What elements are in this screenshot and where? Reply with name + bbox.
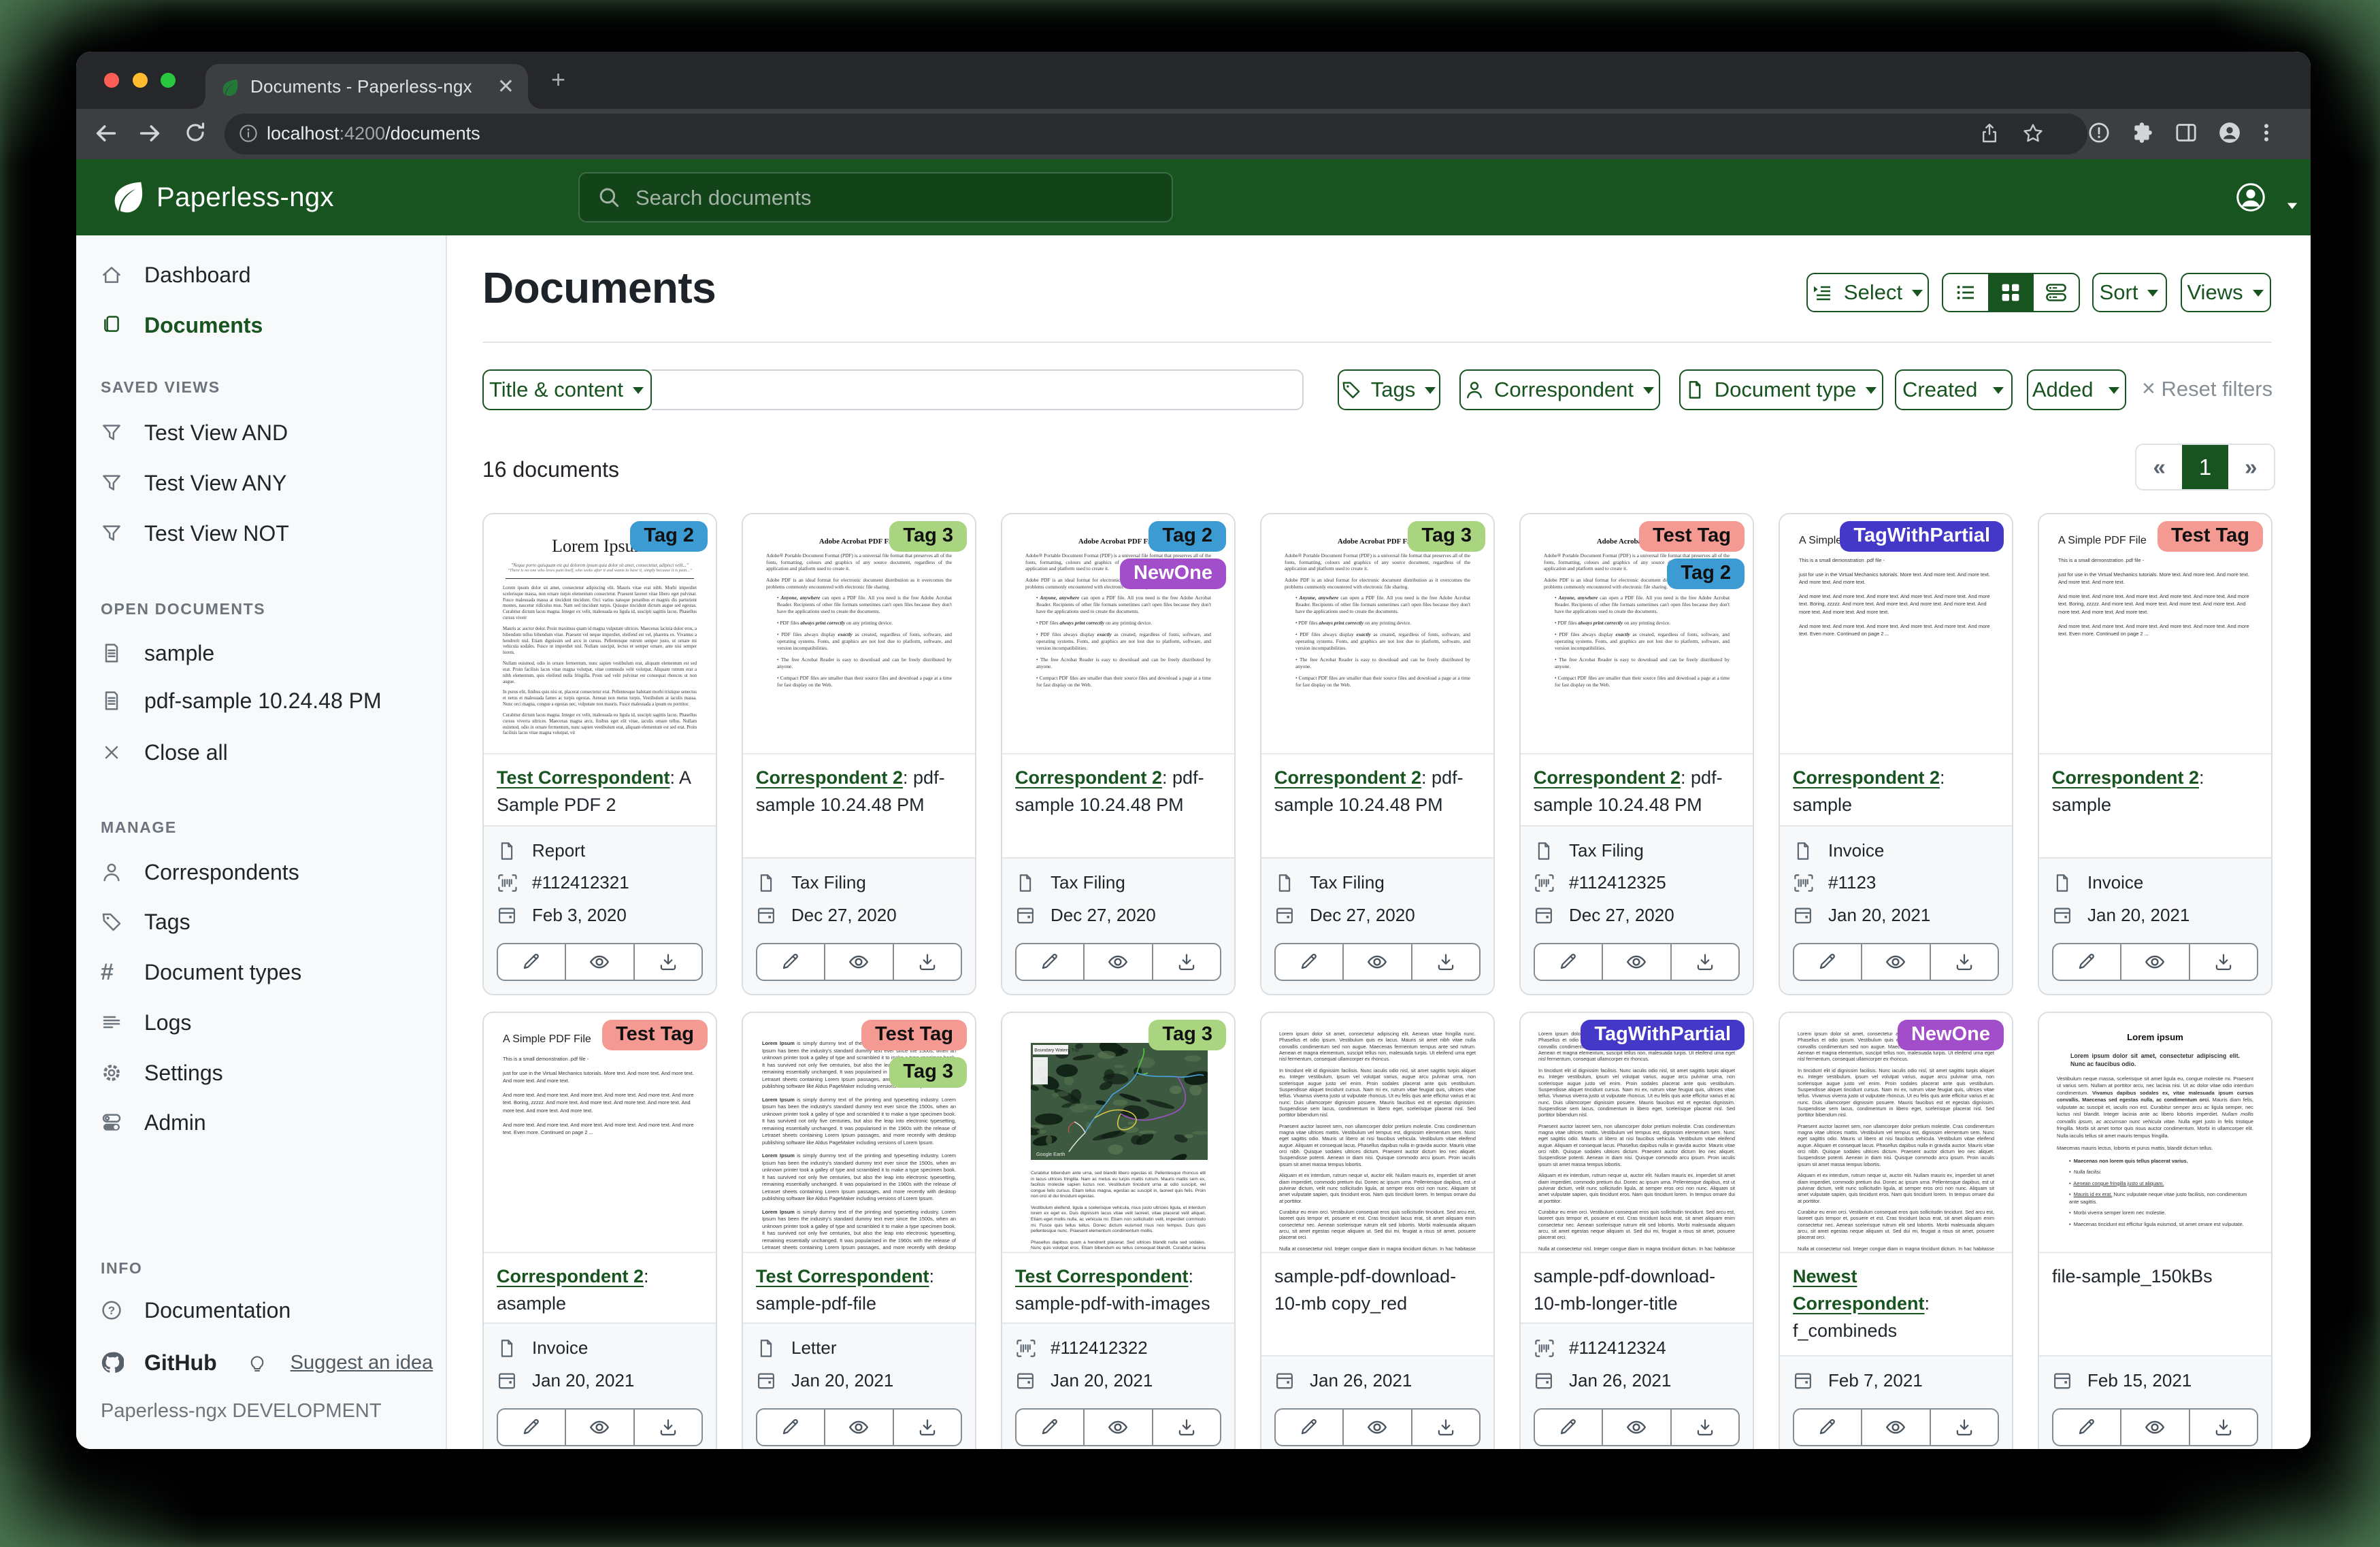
svg-text:Boundary Waters Trip: Boundary Waters Trip: [1034, 1048, 1079, 1052]
svg-text:Google Earth: Google Earth: [1036, 1151, 1065, 1157]
svg-text:?: ?: [108, 1304, 115, 1317]
